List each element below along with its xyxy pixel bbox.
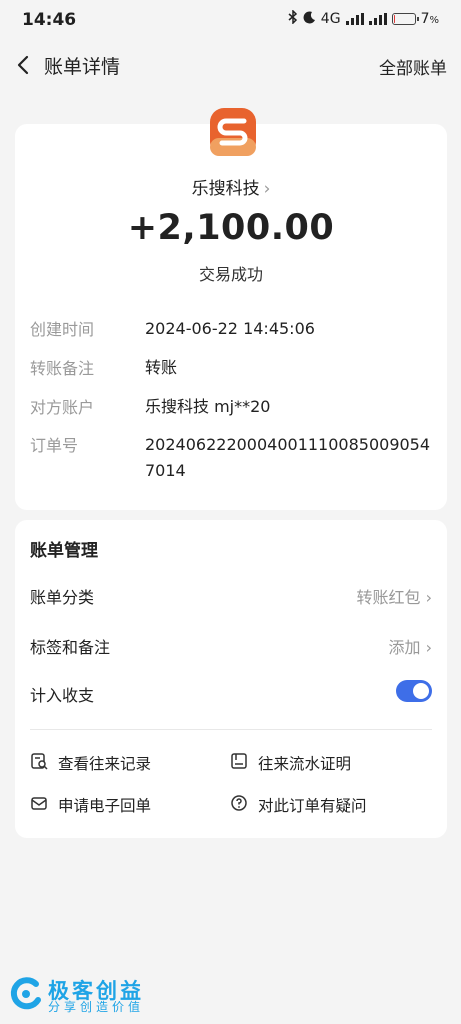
row-value: 20240622200040011100850090547014 (145, 435, 431, 480)
bluetooth-icon (288, 9, 298, 28)
chevron-right-icon: › (425, 638, 432, 657)
row-label: 标签和备注 (30, 638, 111, 657)
management-card: 账单管理 账单分类 转账红包 › 标签和备注 添加 › 计入收支 查看往来记录 … (15, 520, 447, 838)
row-value: 乐搜科技 mj**20 (145, 397, 271, 416)
e-receipt-button[interactable]: 申请电子回单 (30, 794, 151, 816)
action-label: 往来流水证明 (258, 755, 352, 773)
nav-bar: 账单详情 全部账单 (0, 40, 461, 90)
amount: +2,100.00 (127, 208, 335, 248)
row-label: 创建时间 (30, 320, 95, 339)
row-label: 订单号 (30, 436, 79, 455)
battery-level (393, 15, 395, 23)
all-bills-link[interactable]: 全部账单 (379, 54, 447, 79)
signal-icon (345, 13, 364, 25)
page-title: 账单详情 (44, 56, 121, 78)
bill-category-row[interactable]: 账单分类 转账红包 › (30, 580, 432, 610)
mail-icon (30, 794, 48, 816)
count-toggle[interactable] (396, 680, 432, 702)
watermark-tagline: 分享创造价值 (48, 1000, 145, 1014)
merchant-name: 乐搜科技 (191, 179, 260, 199)
battery-percent: 7% (420, 11, 439, 27)
status-icons: 4G 7% (288, 9, 439, 28)
action-label: 申请电子回单 (58, 797, 152, 815)
row-value: 转账 (145, 358, 178, 377)
tags-notes-row[interactable]: 标签和备注 添加 › (30, 630, 432, 660)
section-title: 账单管理 (30, 541, 98, 561)
action-label: 对此订单有疑问 (258, 797, 367, 815)
order-question-button[interactable]: 对此订单有疑问 (230, 794, 367, 816)
flow-proof-button[interactable]: 往来流水证明 (230, 752, 351, 774)
watermark-logo (8, 976, 44, 1012)
action-label: 查看往来记录 (58, 755, 152, 773)
transaction-card: 乐搜科技 › +2,100.00 交易成功 创建时间 2024-06-22 14:… (15, 108, 447, 510)
row-label: 计入收支 (30, 686, 95, 705)
row-value: 2024-06-22 14:45:06 (145, 319, 315, 338)
transaction-status: 交易成功 (198, 265, 263, 284)
row-label: 转账备注 (30, 359, 95, 378)
row-label: 账单分类 (30, 588, 95, 607)
status-bar: 14:46 4G 7% (0, 0, 461, 40)
network-type: 4G (320, 11, 341, 27)
status-time: 14:46 (22, 10, 77, 30)
row-value: 添加 › (388, 638, 432, 657)
merchant-logo (210, 108, 256, 156)
chevron-right-icon: › (263, 179, 271, 199)
merchant-name-link[interactable]: 乐搜科技 › (15, 174, 447, 199)
count-in-budget-row: 计入收支 (30, 678, 432, 708)
chevron-right-icon: › (425, 588, 432, 607)
moon-icon (303, 10, 316, 28)
row-value: 转账红包 › (356, 588, 432, 607)
record-search-icon (30, 752, 48, 774)
row-label: 对方账户 (30, 398, 95, 417)
divider (30, 729, 432, 730)
battery-icon (391, 13, 419, 25)
signal-2-icon (368, 13, 387, 25)
document-icon (230, 752, 248, 774)
question-icon (230, 794, 248, 816)
back-icon[interactable] (12, 53, 36, 77)
view-records-button[interactable]: 查看往来记录 (30, 752, 151, 774)
